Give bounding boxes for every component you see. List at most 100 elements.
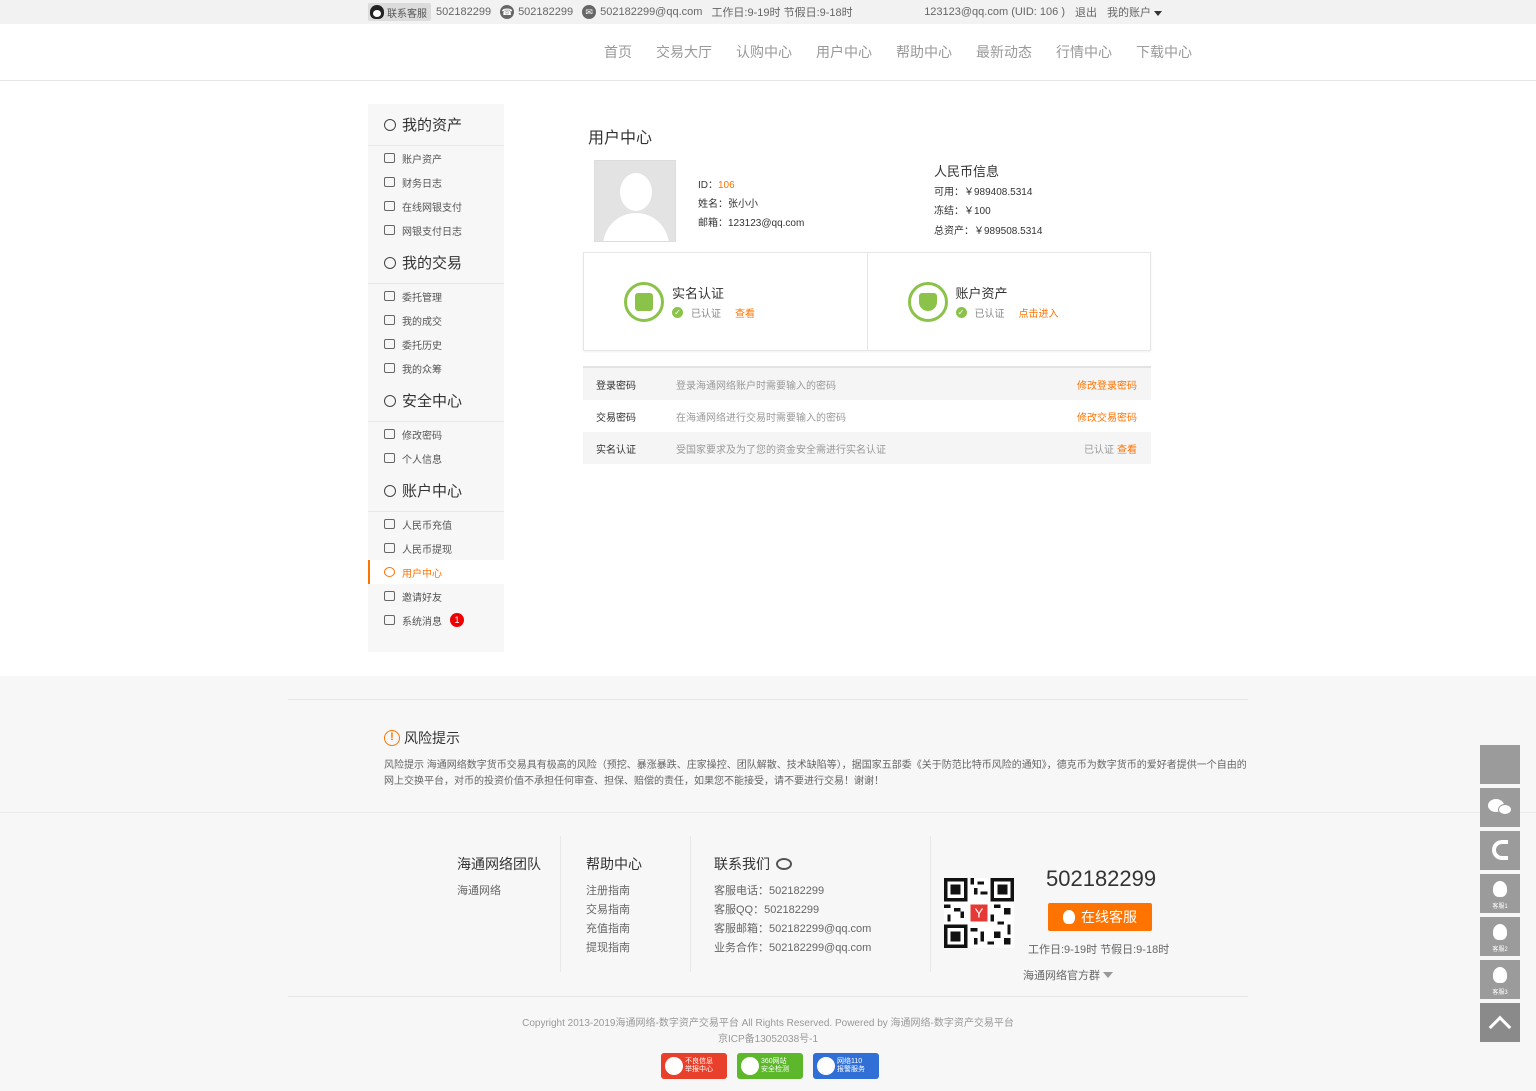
- main-nav: 首页 交易大厅 认购中心 用户中心 帮助中心 最新动态 行情中心 下载中心: [592, 24, 1204, 80]
- police-badge[interactable]: 网络110 报警服务: [813, 1053, 879, 1079]
- chevron-up-icon: [1488, 1015, 1512, 1039]
- sidebar-item-online-pay[interactable]: 在线网银支付: [368, 194, 504, 218]
- sidebar-item-orders[interactable]: 委托管理: [368, 284, 504, 308]
- my-account-dropdown[interactable]: 我的账户: [1107, 4, 1162, 20]
- user-email: 邮箱：123123@qq.com: [698, 218, 805, 229]
- service-phone: 502182299: [1046, 866, 1157, 891]
- nav-user-center[interactable]: 用户中心: [816, 42, 872, 62]
- nav-market[interactable]: 行情中心: [1056, 42, 1112, 62]
- id-card-icon: [624, 282, 664, 322]
- nav-download[interactable]: 下载中心: [1136, 42, 1192, 62]
- back-to-top-button[interactable]: [1480, 1003, 1520, 1042]
- sidebar-item-pay-log[interactable]: 网银支付日志: [368, 218, 504, 242]
- float-blank-button[interactable]: [1480, 745, 1520, 784]
- folder-icon: [384, 225, 395, 235]
- footer-link[interactable]: 充值指南: [586, 920, 642, 939]
- sidebar-item-crowdfund[interactable]: 我的众筹: [368, 356, 504, 380]
- footer-col-help: 帮助中心 注册指南 交易指南 充值指南 提现指南: [586, 854, 642, 958]
- user-info: ID：106 姓名：张小小 邮箱：123123@qq.com: [698, 176, 804, 233]
- rmb-info: 人民币信息 可用：￥989408.5314 冻结：￥100 总资产：￥98950…: [934, 162, 1042, 241]
- money-bag-icon: [384, 118, 396, 131]
- shield-icon: [907, 282, 948, 322]
- kefu2-button[interactable]: 客服2: [1480, 917, 1520, 956]
- report-center-badge[interactable]: 不良信息 举报中心: [661, 1053, 727, 1079]
- footer: ! 风险提示 风险提示 海通网络数字货币交易具有极高的风险（预挖、暴涨暴跌、庄家操…: [0, 676, 1536, 1091]
- online-service-button[interactable]: 在线客服: [1048, 903, 1152, 931]
- warning-icon: !: [384, 730, 400, 746]
- folder-icon: [384, 177, 395, 187]
- sidebar-item-rmb-withdraw[interactable]: 人民币提现: [368, 536, 504, 560]
- security-check-badge[interactable]: 360网站 安全检测: [737, 1053, 803, 1079]
- table-row: 实名认证 受国家要求及为了您的资金安全需进行实名认证 已认证 查看: [583, 432, 1151, 464]
- realname-view-link[interactable]: 查看: [735, 305, 755, 320]
- avatar-body-icon: [603, 213, 669, 241]
- divider: [0, 812, 1536, 813]
- user-plus-icon: [384, 201, 395, 211]
- nav-subscribe[interactable]: 认购中心: [736, 42, 792, 62]
- sidebar-group-title: 安全中心: [368, 380, 504, 422]
- people-icon: [384, 363, 395, 373]
- sidebar-item-account-assets[interactable]: 账户资产: [368, 146, 504, 170]
- sidebar-item-rmb-deposit[interactable]: 人民币充值: [368, 512, 504, 536]
- sidebar-item-invite[interactable]: 邀请好友: [368, 584, 504, 608]
- rmb-available: 可用：￥989408.5314: [934, 186, 1033, 198]
- footer-link[interactable]: 提现指南: [586, 939, 642, 958]
- footer-col-contact: 联系我们 客服电话：502182299 客服QQ：502182299 客服邮箱：…: [714, 856, 872, 954]
- trust-badges: 不良信息 举报中心 360网站 安全检测 网络110 报警服务: [661, 1053, 879, 1079]
- sidebar-item-finance-log[interactable]: 财务日志: [368, 170, 504, 194]
- database-icon: [384, 543, 395, 553]
- sidebar-item-user-center[interactable]: 用户中心: [368, 560, 504, 584]
- sidebar-group-title: 我的资产: [368, 104, 504, 146]
- sidebar-item-personal-info[interactable]: 个人信息: [368, 446, 504, 470]
- change-login-password-link[interactable]: 修改登录密码: [1077, 377, 1137, 392]
- card-title: 账户资产: [955, 286, 1008, 301]
- topbar-phone: ☎ 502182299: [500, 5, 574, 19]
- official-group-dropdown[interactable]: 海通网络官方群: [1023, 967, 1113, 983]
- user-plus-icon: [384, 591, 395, 601]
- status-cards: 实名认证 ✓ 已认证 查看 账户资产 ✓ 已认证 点击进入: [583, 252, 1151, 351]
- topbar-user[interactable]: 123123@qq.com (UID: 106 ): [924, 6, 1065, 18]
- divider: [560, 836, 561, 972]
- assets-enter-link[interactable]: 点击进入: [1019, 305, 1059, 320]
- footer-link[interactable]: 交易指南: [586, 901, 642, 920]
- sidebar-item-order-history[interactable]: 委托历史: [368, 332, 504, 356]
- user-icon: [384, 484, 396, 497]
- sidebar-item-messages[interactable]: 系统消息 1: [368, 608, 504, 632]
- realname-view-link[interactable]: 查看: [1117, 441, 1137, 456]
- sidebar-item-change-password[interactable]: 修改密码: [368, 422, 504, 446]
- nav-news[interactable]: 最新动态: [976, 42, 1032, 62]
- chevron-down-icon: [1103, 972, 1113, 978]
- user-id: ID：106: [698, 180, 735, 191]
- nav-trade-hall[interactable]: 交易大厅: [656, 42, 712, 62]
- float-toolbar: 客服1 客服2 客服3: [1480, 745, 1520, 1046]
- avatar: [594, 160, 676, 242]
- mail-icon: ✉: [582, 5, 597, 19]
- contact-kefu-button[interactable]: 联系客服: [368, 3, 431, 21]
- footer-link[interactable]: 注册指南: [586, 882, 642, 901]
- clock-icon: [384, 339, 395, 349]
- risk-title: ! 风险提示: [384, 728, 460, 748]
- nav-home[interactable]: 首页: [604, 42, 632, 62]
- qq-penguin-icon: [370, 5, 384, 19]
- kefu1-button[interactable]: 客服1: [1480, 874, 1520, 913]
- risk-text: 风险提示 海通网络数字货币交易具有极高的风险（预挖、暴涨暴跌、庄家操控、团队解散…: [384, 760, 1247, 787]
- footer-link[interactable]: 海通网络: [457, 882, 541, 901]
- phone-button[interactable]: [1480, 831, 1520, 870]
- qq-penguin-icon: [1493, 967, 1507, 983]
- wechat-button[interactable]: [1480, 788, 1520, 827]
- top-bar: 联系客服 502182299 ☎ 502182299 ✉ 502182299@q…: [0, 0, 1536, 24]
- kefu3-button[interactable]: 客服3: [1480, 960, 1520, 999]
- sidebar-item-deals[interactable]: 我的成交: [368, 308, 504, 332]
- user-icon: [384, 567, 395, 577]
- nav-help[interactable]: 帮助中心: [896, 42, 952, 62]
- weibo-icon[interactable]: [776, 858, 792, 870]
- logout-link[interactable]: 退出: [1075, 4, 1097, 20]
- qq-penguin-icon: [1493, 924, 1507, 940]
- sidebar-group-account: 账户中心 人民币充值 人民币提现 用户中心 邀请好友 系统消息 1: [368, 470, 504, 632]
- table-row: 登录密码 登录海通网络账户时需要输入的密码 修改登录密码: [583, 368, 1151, 400]
- change-trade-password-link[interactable]: 修改交易密码: [1077, 409, 1137, 424]
- phone-icon: ☎: [500, 5, 515, 19]
- icp-link[interactable]: 京ICP备13052038号-1: [0, 1032, 1536, 1048]
- lock-icon: [384, 429, 395, 439]
- card-status: ✓ 已认证 查看: [672, 305, 755, 320]
